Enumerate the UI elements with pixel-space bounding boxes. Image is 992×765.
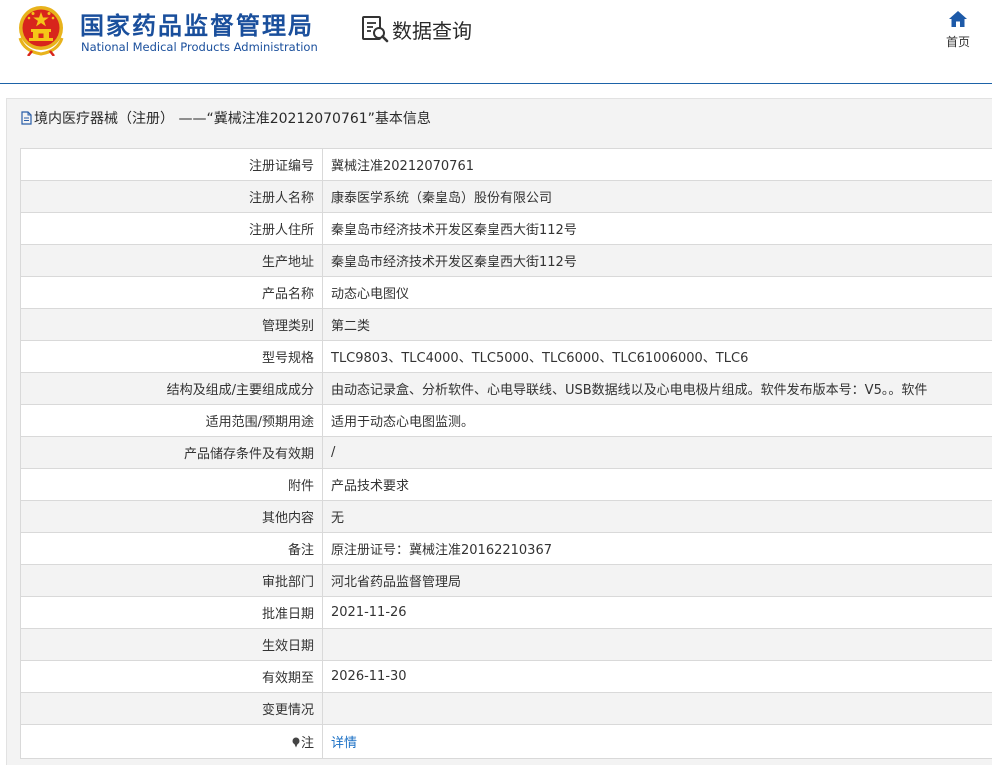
home-icon (949, 11, 967, 27)
row-label: 变更情况 (20, 692, 323, 725)
row-value: TLC9803、TLC4000、TLC5000、TLC6000、TLC61006… (322, 340, 992, 373)
table-row: 结构及组成/主要组成成分 由动态记录盒、分析软件、心电导联线、USB数据线以及心电… (20, 372, 992, 405)
data-query-label: 数据查询 (392, 18, 472, 43)
agency-name-en[interactable]: National Medical Products Administration (81, 40, 318, 54)
row-value: 由动态记录盒、分析软件、心电导联线、USB数据线以及心电电极片组成。软件发布版本… (322, 372, 992, 405)
table-row: 管理类别 第二类 (20, 308, 992, 341)
row-value: 康泰医学系统（秦皇岛）股份有限公司 (322, 180, 992, 213)
table-row: 生效日期 (20, 628, 992, 661)
table-row: 变更情况 (20, 692, 992, 725)
table-row: 产品名称 动态心电图仪 (20, 276, 992, 309)
row-label: 注册人住所 (20, 212, 323, 245)
row-value: 原注册证号：冀械注准20162210367 (322, 532, 992, 565)
row-label: 备注 (20, 532, 323, 565)
row-label: 附件 (20, 468, 323, 501)
row-value (322, 628, 992, 661)
row-value: 河北省药品监督管理局 (322, 564, 992, 597)
row-value (322, 692, 992, 725)
national-emblem-icon (18, 6, 64, 56)
row-label: 结构及组成/主要组成成分 (20, 372, 323, 405)
row-label: 批准日期 (20, 596, 323, 629)
row-label: 管理类别 (20, 308, 323, 341)
table-row: 产品储存条件及有效期 / (20, 436, 992, 469)
table-row: 注册证编号 冀械注准20212070761 (20, 148, 992, 181)
table-row: 注册人名称 康泰医学系统（秦皇岛）股份有限公司 (20, 180, 992, 213)
table-row: 备注 原注册证号：冀械注准20162210367 (20, 532, 992, 565)
row-label: 有效期至 (20, 660, 323, 693)
table-row: 适用范围/预期用途 适用于动态心电图监测。 (20, 404, 992, 437)
panel-title-text: 境内医疗器械（注册） ——“冀械注准20212070761”基本信息 (34, 111, 431, 127)
row-value: 秦皇岛市经济技术开发区秦皇西大街112号 (322, 212, 992, 245)
row-label: 型号规格 (20, 340, 323, 373)
row-value: 2026-11-30 (322, 660, 992, 693)
note-value: 详情 (322, 724, 992, 759)
row-label: 注册证编号 (20, 148, 323, 181)
row-label: 生产地址 (20, 244, 323, 277)
row-value: 产品技术要求 (322, 468, 992, 501)
agency-name-cn[interactable]: 国家药品监督管理局 (80, 6, 314, 41)
table-row: 附件 产品技术要求 (20, 468, 992, 501)
site-header: 国家药品监督管理局 National Medical Products Admi… (0, 0, 992, 84)
table-row: 生产地址 秦皇岛市经济技术开发区秦皇西大街112号 (20, 244, 992, 277)
table-row: 批准日期 2021-11-26 (20, 596, 992, 629)
note-label-text: 注 (300, 736, 314, 751)
panel-title: 境内医疗器械（注册） ——“冀械注准20212070761”基本信息 (21, 108, 431, 128)
table-row: 注册人住所 秦皇岛市经济技术开发区秦皇西大街112号 (20, 212, 992, 245)
document-icon (21, 111, 32, 125)
row-value: 2021-11-26 (322, 596, 992, 629)
row-label: 审批部门 (20, 564, 323, 597)
table-row: 审批部门 河北省药品监督管理局 (20, 564, 992, 597)
home-label: 首页 (945, 35, 970, 49)
row-value: 适用于动态心电图监测。 (322, 404, 992, 437)
row-label: 产品名称 (20, 276, 323, 309)
home-link[interactable]: 首页 (940, 10, 976, 50)
row-label: 生效日期 (20, 628, 323, 661)
row-label: 适用范围/预期用途 (20, 404, 323, 437)
data-query-heading: 数据查询 (360, 14, 472, 44)
registration-info-panel: 境内医疗器械（注册） ——“冀械注准20212070761”基本信息 注册证编号… (6, 98, 992, 765)
row-value: / (322, 436, 992, 469)
note-row: 注 详情 (20, 724, 992, 759)
row-value: 第二类 (322, 308, 992, 341)
row-value: 冀械注准20212070761 (322, 148, 992, 181)
note-label: 注 (20, 724, 323, 759)
row-value: 无 (322, 500, 992, 533)
table-row: 型号规格 TLC9803、TLC4000、TLC5000、TLC6000、TLC6… (20, 340, 992, 373)
row-label: 注册人名称 (20, 180, 323, 213)
pin-icon (292, 737, 300, 748)
table-row: 有效期至 2026-11-30 (20, 660, 992, 693)
detail-link[interactable]: 详情 (331, 736, 357, 751)
table-row: 其他内容无 (20, 500, 992, 533)
document-search-icon (362, 16, 389, 43)
row-label: 产品储存条件及有效期 (20, 436, 323, 469)
row-value: 秦皇岛市经济技术开发区秦皇西大街112号 (322, 244, 992, 277)
registration-info-table: 注册证编号 冀械注准20212070761 注册人名称 康泰医学系统（秦皇岛）股份有… (20, 148, 992, 759)
row-label: 其他内容 (20, 500, 323, 533)
row-value: 动态心电图仪 (322, 276, 992, 309)
